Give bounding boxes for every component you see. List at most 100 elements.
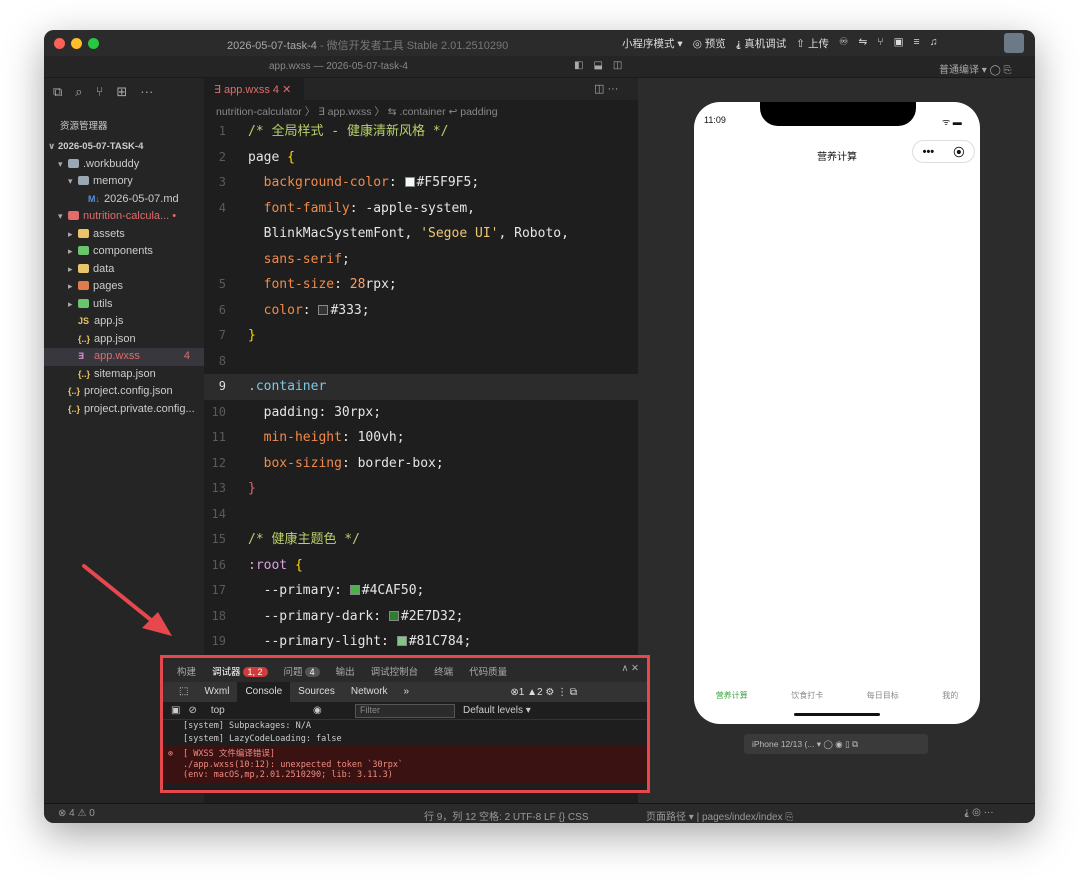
- toolbar-item[interactable]: ⇋: [858, 36, 867, 51]
- code-lines[interactable]: 1/* 全局样式 - 健康清新风格 */2 page {3 background-…: [204, 119, 638, 655]
- tree-item[interactable]: {..} app.json: [44, 331, 204, 349]
- phone-tab[interactable]: 每日目标: [867, 690, 899, 701]
- tree-item[interactable]: ▸ data: [44, 261, 204, 279]
- tree-item[interactable]: {..} sitemap.json: [44, 366, 204, 384]
- toolbar-item[interactable]: ♫: [930, 36, 938, 51]
- toolbar-item[interactable]: ◎ 预览: [693, 36, 726, 51]
- code-line[interactable]: 11 min-height: 100vh;: [204, 425, 638, 451]
- code-line[interactable]: sans-serif;: [204, 247, 638, 273]
- log-levels-select[interactable]: Default levels ▾: [463, 705, 531, 716]
- close-window-button[interactable]: [54, 38, 65, 49]
- toolbar-item[interactable]: ≡: [913, 36, 919, 51]
- code-line[interactable]: 15/* 健康主题色 */: [204, 527, 638, 553]
- panel-tab[interactable]: 代码质量: [469, 664, 507, 682]
- phone-notch: [760, 102, 916, 126]
- minimize-window-button[interactable]: [71, 38, 82, 49]
- activity-icons[interactable]: ⧉ ⌕ ⑂ ⊞ ···: [53, 84, 153, 100]
- devtools-tab[interactable]: Wxml: [196, 682, 237, 702]
- file-icon: {..}: [78, 333, 91, 344]
- phone-tab[interactable]: 我的: [942, 690, 958, 701]
- panel-tab[interactable]: 问题 4: [284, 664, 320, 682]
- code-line[interactable]: 8: [204, 349, 638, 375]
- code-line[interactable]: 10 padding: 30rpx;: [204, 400, 638, 426]
- context-select[interactable]: top: [211, 705, 225, 716]
- code-line[interactable]: 1/* 全局样式 - 健康清新风格 */: [204, 119, 638, 145]
- phone-tab[interactable]: 营养计算: [716, 690, 748, 701]
- panel-tab[interactable]: 输出: [336, 664, 355, 682]
- panel-tab[interactable]: 调试器 1, 2: [212, 664, 268, 682]
- layout-icons[interactable]: ◧ ⬓ ◫: [574, 60, 622, 71]
- problems-count[interactable]: ⊗ 4 ⚠ 0: [58, 808, 95, 819]
- code-line[interactable]: 18 --primary-dark: #2E7D32;: [204, 604, 638, 630]
- code-line[interactable]: 9 .container: [204, 374, 638, 400]
- toolbar-item[interactable]: ⇧ 上传: [796, 36, 829, 51]
- toolbar-item[interactable]: ⸘ 真机调试: [736, 36, 787, 51]
- phone-screen[interactable]: 11:09 ᯤ ▬ 营养计算 ••• ⦿ 营养计算 饮食打卡 每日目标 我的: [694, 102, 980, 724]
- tree-item[interactable]: ▸ pages: [44, 278, 204, 296]
- search-icon: ⌕: [75, 84, 83, 99]
- device-toolbar[interactable]: iPhone 12/13 (... ▾ ◯ ◉ ▯ ⧉: [744, 734, 928, 754]
- toolbar-item[interactable]: ⑂: [877, 36, 883, 51]
- toolbar-item[interactable]: 小程序模式 ▾: [622, 36, 683, 51]
- eye-icon[interactable]: ◉: [313, 705, 322, 716]
- devtools-tabs: ⬚ Wxml Console Sources Network» ⊗1 ▲2 ⚙ ⋮ ⧉: [163, 682, 647, 702]
- tab-app-wxss[interactable]: ∃ app.wxss 4 ✕: [204, 78, 304, 100]
- code-line[interactable]: 12 box-sizing: border-box;: [204, 451, 638, 477]
- panel-tab[interactable]: 终端: [434, 664, 453, 682]
- split-editor-icon[interactable]: ◫ ···: [594, 82, 618, 95]
- code-line[interactable]: 7}: [204, 323, 638, 349]
- tree-item[interactable]: ▾ memory: [44, 173, 204, 191]
- code-line[interactable]: 3 background-color: #F5F9F5;: [204, 170, 638, 196]
- window-title: 2026-05-07-task-4 - 微信开发者工具 Stable 2.01.…: [227, 40, 509, 52]
- code-line[interactable]: 6 color: #333;: [204, 298, 638, 324]
- phone-tab[interactable]: 饮食打卡: [791, 690, 823, 701]
- toolbar-item[interactable]: ♾: [839, 36, 848, 51]
- breadcrumb[interactable]: nutrition-calculator 〉 ∃ app.wxss 〉 ⇆ .c…: [216, 104, 498, 119]
- clear-icon[interactable]: ⊘: [188, 705, 196, 716]
- code-line[interactable]: BlinkMacSystemFont, 'Segoe UI', Roboto,: [204, 221, 638, 247]
- devtools-tab[interactable]: Network: [343, 682, 396, 702]
- tree-item[interactable]: M↓ 2026-05-07.md: [44, 191, 204, 209]
- explorer-header: 资源管理器: [60, 121, 108, 132]
- avatar[interactable]: [1004, 33, 1024, 53]
- cursor-info[interactable]: 行 9，列 12 空格: 2 UTF-8 LF {} CSS: [424, 808, 589, 823]
- tree-item[interactable]: JS app.js: [44, 313, 204, 331]
- toolbar-item[interactable]: ▣: [894, 36, 904, 51]
- tree-item[interactable]: {..} project.config.json: [44, 383, 204, 401]
- code-line[interactable]: 16:root {: [204, 553, 638, 579]
- devtools-tab[interactable]: Console: [237, 682, 291, 702]
- devtools-tab[interactable]: »: [396, 682, 418, 702]
- code-line[interactable]: 4 font-family: -apple-system,: [204, 196, 638, 222]
- folder-icon: [78, 281, 89, 290]
- code-line[interactable]: 19 --primary-light: #81C784;: [204, 629, 638, 655]
- panel-tabs: 构建 调试器 1, 2 问题 4 输出 调试控制台 终端 代码质量 ∧ ✕: [163, 658, 647, 682]
- tree-item[interactable]: {..} project.private.config...: [44, 401, 204, 419]
- tree-item[interactable]: ▾ .workbuddy: [44, 156, 204, 174]
- code-line[interactable]: 13}: [204, 476, 638, 502]
- compile-mode-select[interactable]: 普通编译 ▾ ◯ ⎘: [939, 61, 1012, 76]
- sidebar-toggle-icon[interactable]: ▣: [171, 705, 180, 716]
- maximize-window-button[interactable]: [88, 38, 99, 49]
- tree-item[interactable]: ▸ components: [44, 243, 204, 261]
- tree-item[interactable]: ▾ nutrition-calcula... •: [44, 208, 204, 226]
- files-icon: ⧉: [53, 84, 63, 99]
- code-line[interactable]: 17 --primary: #4CAF50;: [204, 578, 638, 604]
- panel-tab[interactable]: 调试控制台: [371, 664, 419, 682]
- filter-input[interactable]: Filter: [355, 704, 455, 718]
- error-count[interactable]: ⊗1 ▲2 ⚙ ⋮ ⧉: [510, 687, 577, 698]
- code-line[interactable]: 14: [204, 502, 638, 528]
- code-line[interactable]: 5 font-size: 28rpx;: [204, 272, 638, 298]
- tree-item[interactable]: ▸ assets: [44, 226, 204, 244]
- tree-item[interactable]: ∨ 2026-05-07-TASK-4: [44, 138, 204, 156]
- mini-program-capsule[interactable]: ••• ⦿: [912, 140, 975, 163]
- devtools-tab[interactable]: ⬚: [171, 682, 196, 702]
- wxss-error-message: ⊗ [ WXSS 文件编译错误] ./app.wxss(10:12): unexpe…: [163, 746, 647, 784]
- devtools-tab[interactable]: Sources: [290, 682, 343, 702]
- panel-close-icon[interactable]: ∧ ✕: [621, 663, 639, 674]
- tree-item[interactable]: ▸ utils: [44, 296, 204, 314]
- page-path[interactable]: 页面路径 ▾ | pages/index/index ⎘: [646, 808, 793, 823]
- code-line[interactable]: 2 page {: [204, 145, 638, 171]
- tree-item[interactable]: ∃ app.wxss 4: [44, 348, 204, 366]
- panel-tab[interactable]: 构建: [177, 664, 196, 682]
- status-icons[interactable]: ⸘ ◎ ···: [964, 807, 994, 818]
